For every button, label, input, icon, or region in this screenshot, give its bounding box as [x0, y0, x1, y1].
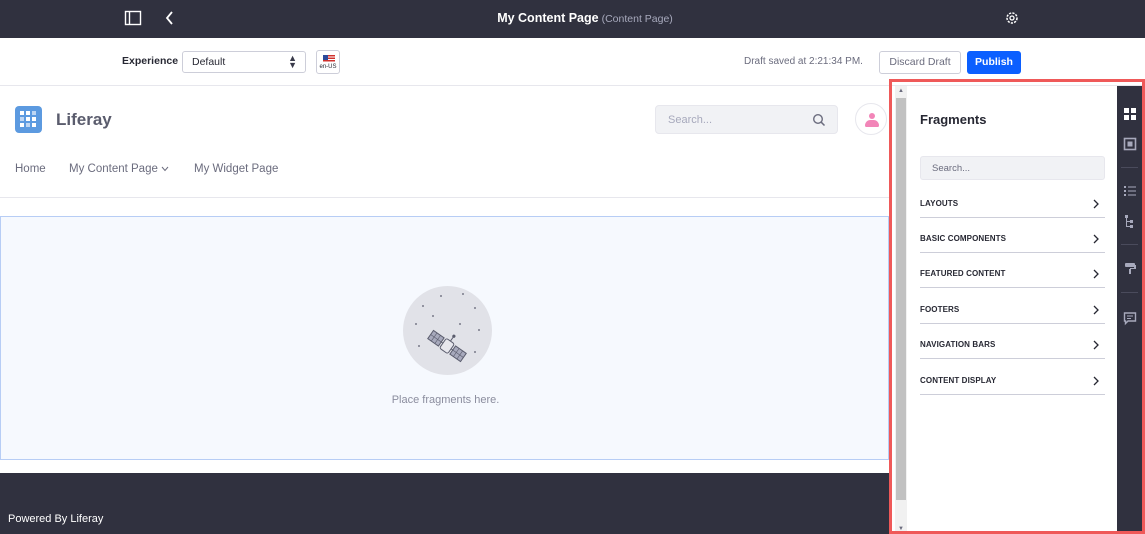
site-search-placeholder: Search... — [668, 114, 713, 126]
publish-button[interactable]: Publish — [967, 51, 1021, 74]
experience-select-value: Default — [192, 56, 226, 68]
experience-label: Experience — [122, 55, 179, 67]
empty-state-illustration — [403, 286, 492, 375]
nav-item-my-widget-page[interactable]: My Widget Page — [194, 163, 278, 175]
footer-text: Powered By Liferay — [8, 513, 104, 525]
site-search-input[interactable]: Search... — [655, 105, 838, 134]
satellite-icon — [415, 293, 480, 363]
nav-item-home[interactable]: Home — [15, 163, 46, 175]
nav-item-my-content-page[interactable]: My Content Page — [69, 163, 169, 175]
site-name[interactable]: Liferay — [56, 110, 112, 130]
language-selector[interactable]: en-US — [316, 50, 340, 74]
drop-zone-message: Place fragments here. — [391, 394, 500, 406]
search-icon[interactable] — [812, 113, 826, 127]
language-code: en-US — [319, 64, 337, 70]
nav-item-label: My Content Page — [69, 163, 158, 175]
page-type-label: (Content Page) — [601, 13, 673, 25]
user-head — [869, 113, 875, 119]
page-title-text: My Content Page — [497, 11, 599, 25]
control-menu: My Content Page (Content Page) — [0, 0, 1145, 38]
fragment-drop-zone[interactable]: Place fragments here. — [0, 216, 889, 460]
highlight-frame — [889, 79, 1145, 534]
site-footer: Powered By Liferay — [0, 473, 889, 534]
discard-draft-button[interactable]: Discard Draft — [879, 51, 961, 74]
experience-select[interactable]: Default ▲ ▼ — [182, 51, 306, 73]
nav-divider — [0, 197, 889, 198]
user-body — [865, 120, 879, 127]
us-flag-icon — [323, 55, 335, 63]
site-logo[interactable] — [15, 106, 42, 133]
draft-status: Draft saved at 2:21:34 PM. — [744, 56, 863, 67]
gear-icon[interactable] — [1004, 10, 1020, 30]
page-title: My Content Page (Content Page) — [0, 11, 1145, 25]
user-avatar[interactable] — [855, 103, 887, 135]
select-arrows-icon: ▲ ▼ — [288, 53, 297, 70]
chevron-down-icon — [161, 166, 169, 172]
